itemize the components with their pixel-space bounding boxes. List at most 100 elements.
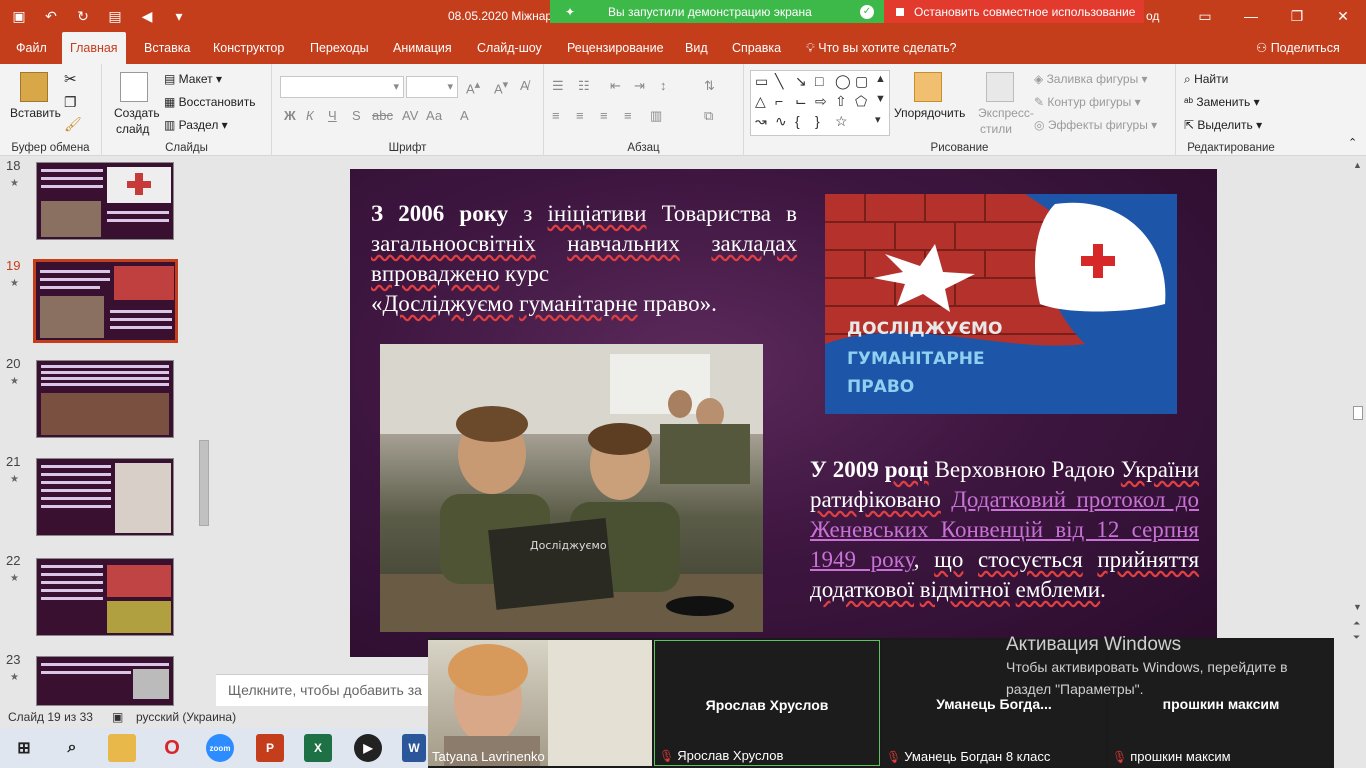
curve-shape-icon[interactable]: ∿ — [775, 113, 787, 130]
spacing-icon[interactable]: AV — [402, 108, 418, 123]
undo-icon[interactable]: ↶ — [40, 6, 62, 26]
paste-button[interactable]: Вставить — [10, 106, 61, 120]
paste-icon[interactable] — [20, 72, 48, 102]
tab-file[interactable]: Файл — [8, 32, 55, 64]
smartart-icon[interactable]: ⧉ — [704, 108, 713, 124]
layout-button[interactable]: ▤ Макет ▾ — [164, 72, 222, 86]
freeform-shape-icon[interactable]: ↝ — [755, 113, 767, 130]
align-left-icon[interactable]: ≡ — [552, 108, 560, 123]
audio-icon[interactable]: ◀ — [136, 6, 158, 26]
pentagon-shape-icon[interactable]: ⬠ — [855, 93, 867, 110]
shapes-gallery[interactable]: ▭ ╲ ↘ □ ◯ ▢ △ ⌐ ⌙ ⇨ ⇧ ⬠ ↝ ∿ { } ☆ ▲ ▼ ▾ — [750, 70, 890, 136]
connector-shape-icon[interactable]: ⌐ — [775, 93, 783, 109]
copy-icon[interactable]: ❐ — [64, 94, 77, 111]
quick-styles-label-2[interactable]: стили — [980, 122, 1012, 136]
text-direction-icon[interactable]: ⇅ — [704, 78, 715, 94]
brace-right-shape-icon[interactable]: } — [815, 113, 820, 129]
redo-icon[interactable]: ↻ — [72, 6, 94, 26]
language-indicator[interactable]: русский (Украина) — [136, 710, 236, 724]
slide-thumbnail-23[interactable] — [36, 656, 174, 706]
search-icon[interactable]: ⌕ — [58, 734, 86, 762]
zoom-app-icon[interactable]: zoom — [206, 734, 234, 762]
save-icon[interactable]: ▣ — [8, 6, 30, 26]
customize-qat-icon[interactable]: ▾ — [168, 6, 190, 26]
rounded-rect-shape-icon[interactable]: ▢ — [855, 73, 868, 90]
students-reading-photo[interactable]: Досліджуємо — [380, 344, 763, 632]
quick-styles-icon[interactable] — [986, 72, 1014, 102]
quick-styles-label-1[interactable]: Экспресс- — [978, 106, 1034, 120]
bullets-icon[interactable]: ☰ — [552, 78, 564, 94]
triangle-shape-icon[interactable]: △ — [755, 93, 766, 110]
clear-format-icon[interactable]: A̸ — [520, 78, 529, 93]
stop-share-button[interactable]: Остановить совместное использование — [884, 0, 1144, 23]
humanitarian-law-emblem[interactable]: ДОСЛІДЖУЄМО ГУМАНІТАРНЕ ПРАВО — [825, 194, 1177, 414]
powerpoint-icon[interactable]: P — [256, 734, 284, 762]
numbering-icon[interactable]: ☷ — [578, 78, 590, 94]
italic-button[interactable]: К — [306, 108, 314, 123]
arrange-button[interactable]: Упорядочить — [894, 106, 965, 120]
find-button[interactable]: ⌕ Найти — [1184, 72, 1228, 87]
replace-button[interactable]: ᵃᵇ Заменить ▾ — [1184, 95, 1260, 109]
prev-slide-icon[interactable]: ⏶ — [1353, 618, 1360, 629]
spellcheck-icon[interactable]: ▣ — [112, 710, 123, 724]
file-explorer-icon[interactable] — [108, 734, 136, 762]
bold-button[interactable]: Ж — [284, 108, 296, 123]
up-arrow-shape-icon[interactable]: ⇧ — [835, 93, 847, 110]
slide-19[interactable]: З 2006 року з ініціативи Товариства в за… — [350, 169, 1217, 657]
line-shape-icon[interactable]: ╲ — [775, 73, 783, 90]
minimize-icon[interactable]: — — [1228, 0, 1274, 32]
increase-indent-icon[interactable]: ⇥ — [634, 78, 645, 94]
tab-review[interactable]: Рецензирование — [559, 32, 672, 64]
tab-view[interactable]: Вид — [677, 32, 716, 64]
strikethrough-icon[interactable]: abc — [372, 108, 393, 123]
pin-icon[interactable]: ✦ — [560, 5, 580, 19]
star-shape-icon[interactable]: ☆ — [835, 113, 848, 130]
gallery-down-icon[interactable]: ▼ — [875, 93, 886, 105]
shrink-font-icon[interactable]: A▾ — [494, 78, 508, 96]
justify-icon[interactable]: ≡ — [624, 108, 632, 123]
select-button[interactable]: ⇱ Выделить ▾ — [1184, 118, 1262, 132]
decrease-indent-icon[interactable]: ⇤ — [610, 78, 621, 94]
excel-icon[interactable]: X — [304, 734, 332, 762]
arrange-icon[interactable] — [914, 72, 942, 102]
shadow-button[interactable]: S — [352, 108, 361, 123]
line-spacing-icon[interactable]: ↕ — [660, 78, 667, 93]
restore-icon[interactable]: ❐ — [1274, 0, 1320, 32]
tab-design[interactable]: Конструктор — [205, 32, 292, 64]
slide-paragraph-1[interactable]: З 2006 року з ініціативи Товариства в за… — [371, 199, 797, 319]
slide-thumbnail-22[interactable] — [36, 558, 174, 636]
tell-me-search[interactable]: 💡︎ Что вы хотите сделать? — [806, 32, 956, 64]
video-tile-khruslov[interactable]: Ярослав Хруслов 🎙︎ Ярослав Хруслов — [654, 640, 880, 766]
textbox-shape-icon[interactable]: ▭ — [755, 73, 768, 90]
share-button[interactable]: ⚇ Поделиться — [1256, 32, 1340, 64]
tab-help[interactable]: Справка — [724, 32, 789, 64]
gallery-more-icon[interactable]: ▾ — [875, 113, 881, 126]
close-icon[interactable]: ✕ — [1320, 0, 1366, 32]
thumbnail-scroll-thumb[interactable] — [199, 440, 209, 526]
align-right-icon[interactable]: ≡ — [600, 108, 608, 123]
font-family-combo[interactable] — [280, 76, 404, 98]
section-button[interactable]: ▥ Раздел ▾ — [164, 118, 228, 132]
elbow-shape-icon[interactable]: ⌙ — [795, 93, 807, 110]
scroll-up-icon[interactable]: ▲ — [1353, 160, 1362, 170]
columns-icon[interactable]: ▥ — [650, 108, 662, 124]
tab-animations[interactable]: Анимация — [385, 32, 460, 64]
media-player-icon[interactable]: ▶ — [354, 734, 382, 762]
new-slide-label-1[interactable]: Создать — [114, 106, 160, 120]
next-slide-icon[interactable]: ⏷ — [1353, 632, 1360, 643]
tab-slideshow[interactable]: Слайд-шоу — [469, 32, 550, 64]
brace-left-shape-icon[interactable]: { — [795, 113, 800, 129]
gallery-up-icon[interactable]: ▲ — [875, 73, 886, 85]
slide-thumbnail-20[interactable] — [36, 360, 174, 438]
grow-font-icon[interactable]: A▴ — [466, 78, 480, 96]
new-slide-label-2[interactable]: слайд — [116, 122, 149, 136]
tab-transitions[interactable]: Переходы — [302, 32, 377, 64]
rect-shape-icon[interactable]: □ — [815, 73, 823, 89]
tab-home[interactable]: Главная — [62, 32, 126, 64]
font-size-combo[interactable] — [406, 76, 458, 98]
start-icon[interactable]: ⊞ — [10, 734, 38, 762]
change-case-button[interactable]: Аа — [426, 108, 442, 123]
collapse-ribbon-icon[interactable]: ⌃ — [1348, 136, 1357, 149]
slide-paragraph-2[interactable]: У 2009 році Верховною Радою України рати… — [810, 455, 1199, 605]
video-tile-self[interactable]: Tatyana Lavrinenko — [428, 640, 652, 766]
